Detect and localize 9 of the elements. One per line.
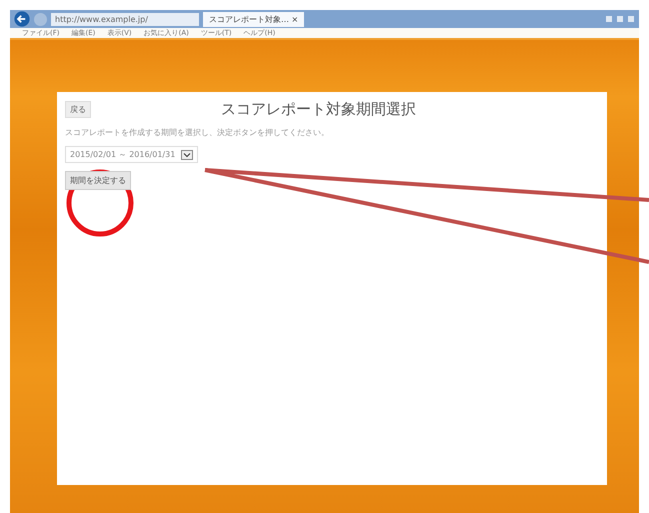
browser-tab[interactable]: スコアレポート対象… ×	[203, 12, 304, 26]
period-select[interactable]: 2015/02/01 ～ 2016/01/31	[65, 146, 198, 163]
back-button[interactable]: 戻る	[65, 101, 91, 118]
page-title: スコアレポート対象期間選択	[221, 100, 416, 119]
window-controls-icon[interactable]	[605, 14, 635, 24]
instruction-text: スコアレポートを作成する期間を選択し、決定ボタンを押してください。	[65, 127, 329, 138]
confirm-button[interactable]: 期間を決定する	[65, 171, 131, 190]
address-field[interactable]: http://www.example.jp/	[51, 12, 199, 26]
caret-icon	[181, 150, 194, 160]
